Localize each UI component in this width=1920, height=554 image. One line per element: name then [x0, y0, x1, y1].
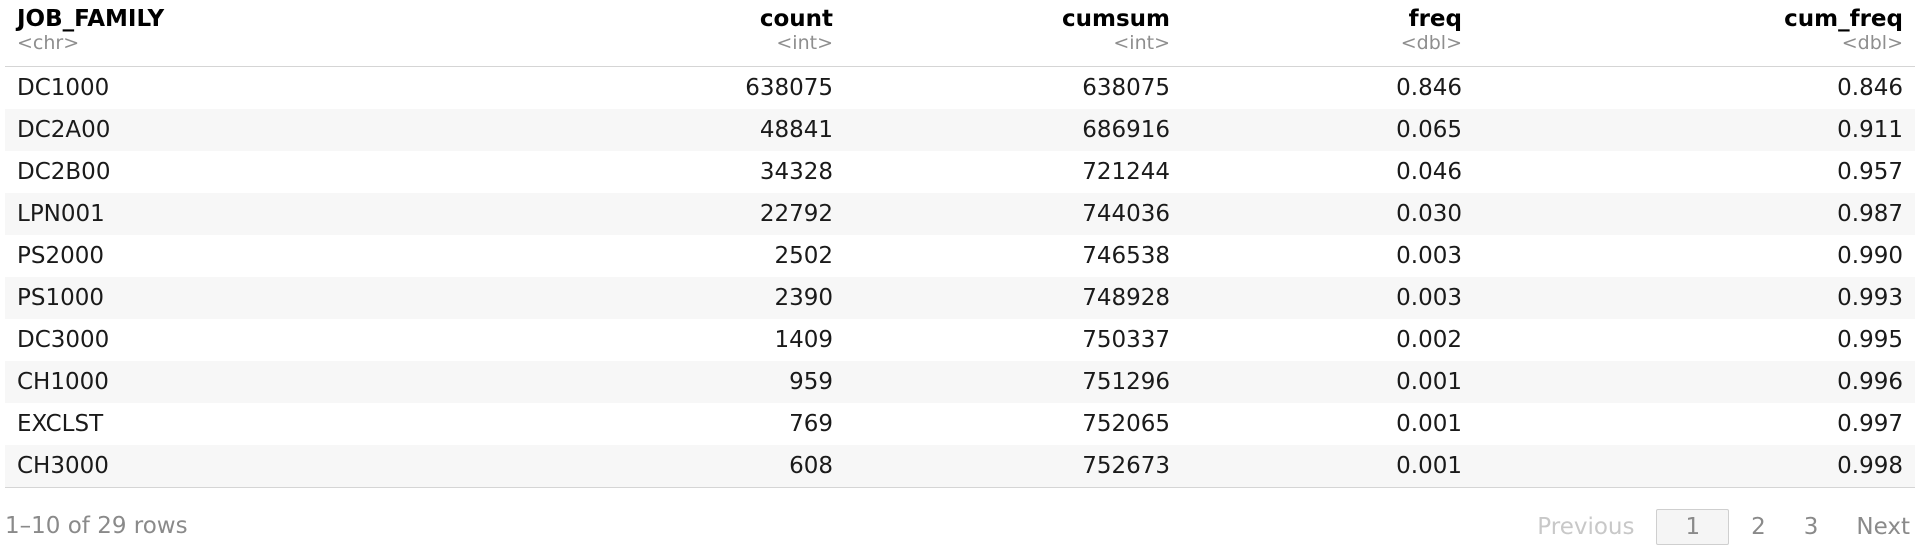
page-button-3[interactable]: 3	[1788, 510, 1835, 544]
cell-freq: 0.001	[1182, 445, 1474, 488]
cell-job-family: DC2A00	[5, 109, 345, 151]
cell-cumsum: 746538	[1082, 243, 1170, 269]
column-type: <chr>	[17, 32, 80, 54]
table-row: PS1000 2390 748928 0.003 0.993	[5, 277, 1915, 319]
cell-cumsum: 686916	[845, 109, 1182, 151]
cell-count: 638075	[745, 75, 833, 101]
header-row: JOB_FAMILY <chr> count <int> cumsum <int…	[5, 0, 1915, 67]
cell-job-family: CH1000	[5, 361, 345, 403]
table-row: DC3000 1409 750337 0.002 0.995	[5, 319, 1915, 361]
cell-count: 34328	[759, 159, 833, 185]
table-row: DC2B00 34328 721244 0.046 0.957	[5, 151, 1915, 193]
table-row: DC2A00 48841 686916 0.065 0.911	[5, 109, 1915, 151]
cell-cum-freq: 0.846	[1837, 75, 1903, 101]
column-type: <dbl>	[1400, 32, 1462, 54]
cell-freq: 0.003	[1182, 277, 1474, 319]
column-name: cumsum	[1061, 6, 1170, 32]
column-header-count[interactable]: count <int>	[345, 0, 845, 67]
cell-count: 1409	[774, 327, 833, 353]
cell-cum-freq: 0.911	[1474, 109, 1915, 151]
column-header-freq[interactable]: freq <dbl>	[1182, 0, 1474, 67]
column-type: <int>	[776, 32, 833, 54]
table-row: PS2000 2502 746538 0.003 0.990	[5, 235, 1915, 277]
previous-page-button[interactable]: Previous	[1537, 514, 1634, 540]
cell-cumsum: 752673	[845, 445, 1182, 488]
cell-cum-freq: 0.996	[1474, 361, 1915, 403]
cell-count: 769	[789, 411, 833, 437]
cell-freq: 0.002	[1396, 327, 1462, 353]
cell-cumsum: 751296	[845, 361, 1182, 403]
next-page-button[interactable]: Next	[1856, 514, 1910, 540]
column-header-job-family[interactable]: JOB_FAMILY <chr>	[5, 0, 345, 67]
cell-cumsum: 721244	[1082, 159, 1170, 185]
cell-cum-freq: 0.990	[1837, 243, 1903, 269]
cell-job-family: PS2000	[17, 243, 105, 269]
cell-job-family: DC3000	[17, 327, 110, 353]
column-type: <int>	[1113, 32, 1170, 54]
table-footer: 1–10 of 29 rows Previous 1 2 3 Next	[0, 505, 1920, 549]
cell-freq: 0.030	[1182, 193, 1474, 235]
dataframe-viewer: JOB_FAMILY <chr> count <int> cumsum <int…	[0, 0, 1920, 554]
cell-cumsum: 750337	[1082, 327, 1170, 353]
cell-job-family: DC2B00	[17, 159, 111, 185]
cell-cum-freq: 0.987	[1474, 193, 1915, 235]
cell-freq: 0.046	[1396, 159, 1462, 185]
cell-freq: 0.001	[1396, 411, 1462, 437]
cell-job-family: DC1000	[17, 75, 110, 101]
cell-job-family: CH3000	[5, 445, 345, 488]
pagination: Previous 1 2 3 Next	[1537, 505, 1910, 549]
row-count-info: 1–10 of 29 rows	[5, 513, 188, 539]
cell-count: 2390	[345, 277, 845, 319]
cell-count: 608	[345, 445, 845, 488]
page-button-1[interactable]: 1	[1656, 509, 1730, 545]
data-table: JOB_FAMILY <chr> count <int> cumsum <int…	[5, 0, 1915, 488]
column-header-cum-freq[interactable]: cum_freq <dbl>	[1474, 0, 1915, 67]
column-name: count	[759, 6, 833, 32]
cell-cumsum: 744036	[845, 193, 1182, 235]
cell-count: 22792	[345, 193, 845, 235]
cell-cum-freq: 0.957	[1837, 159, 1903, 185]
table-row: CH3000 608 752673 0.001 0.998	[5, 445, 1915, 488]
cell-cum-freq: 0.993	[1474, 277, 1915, 319]
cell-cum-freq: 0.995	[1837, 327, 1903, 353]
page-button-2[interactable]: 2	[1735, 510, 1782, 544]
column-type: <dbl>	[1841, 32, 1903, 54]
cell-job-family: LPN001	[5, 193, 345, 235]
cell-cum-freq: 0.998	[1474, 445, 1915, 488]
cell-freq: 0.003	[1396, 243, 1462, 269]
table-row: DC1000 638075 638075 0.846 0.846	[5, 67, 1915, 110]
cell-cumsum: 752065	[1082, 411, 1170, 437]
cell-count: 48841	[345, 109, 845, 151]
cell-cumsum: 748928	[845, 277, 1182, 319]
cell-job-family: EXCLST	[17, 411, 104, 437]
column-header-cumsum[interactable]: cumsum <int>	[845, 0, 1182, 67]
table-row: EXCLST 769 752065 0.001 0.997	[5, 403, 1915, 445]
cell-freq: 0.065	[1182, 109, 1474, 151]
cell-cum-freq: 0.997	[1837, 411, 1903, 437]
cell-job-family: PS1000	[5, 277, 345, 319]
table-row: LPN001 22792 744036 0.030 0.987	[5, 193, 1915, 235]
table-row: CH1000 959 751296 0.001 0.996	[5, 361, 1915, 403]
cell-freq: 0.846	[1396, 75, 1462, 101]
column-name: JOB_FAMILY	[17, 6, 165, 32]
cell-count: 959	[345, 361, 845, 403]
cell-freq: 0.001	[1182, 361, 1474, 403]
cell-count: 2502	[774, 243, 833, 269]
column-name: cum_freq	[1784, 6, 1903, 32]
cell-cumsum: 638075	[1082, 75, 1170, 101]
column-name: freq	[1408, 6, 1462, 32]
